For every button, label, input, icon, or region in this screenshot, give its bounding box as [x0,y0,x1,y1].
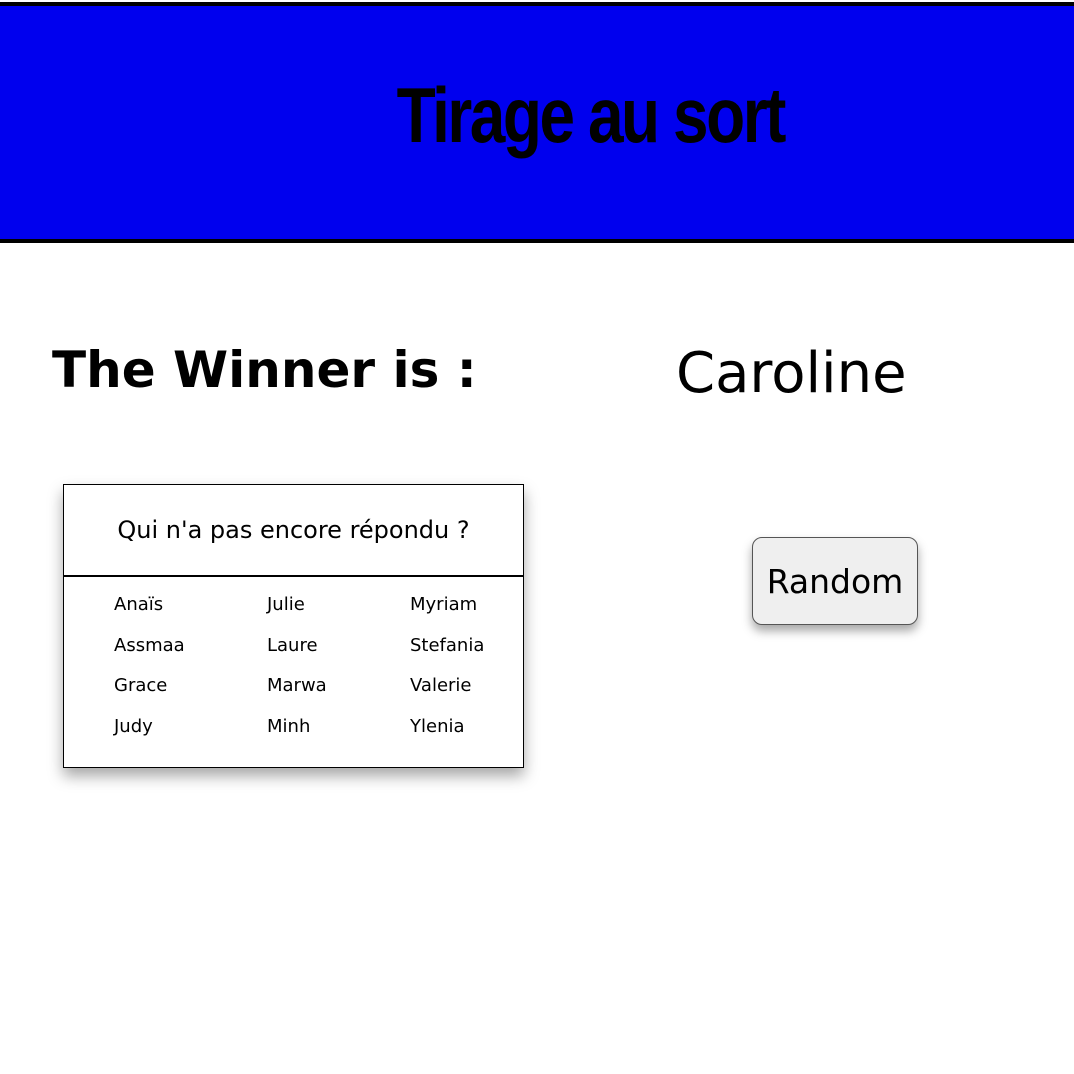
name-item: Valerie [410,675,472,696]
name-item: Laure [267,634,318,656]
header-banner: Tirage au sort [0,2,1074,243]
name-item: Grace [114,675,168,696]
name-item: Minh [267,715,311,737]
name-item: Stefania [410,634,485,656]
name-item: Ylenia [410,715,465,737]
pending-list-header: Qui n'a pas encore répondu ? [64,485,523,577]
name-item: Anaïs [114,594,164,615]
page-title: Tirage au sort [396,71,787,159]
name-item: Myriam [410,594,478,615]
name-item: Julie [267,594,305,615]
name-item: Marwa [267,675,327,696]
winner-name: Caroline [676,341,907,406]
random-button[interactable]: Random [752,537,918,625]
page: Tirage au sort The Winner is : Caroline … [0,0,1074,1074]
pending-names-grid: Anaïs Julie Myriam Assmaa Laure Stefania… [64,577,523,753]
name-item: Judy [114,715,153,737]
pending-list-card: Qui n'a pas encore répondu ? Anaïs Julie… [63,484,524,768]
winner-label: The Winner is : [52,341,477,399]
name-item: Assmaa [114,634,185,656]
pending-list-title: Qui n'a pas encore répondu ? [117,516,470,544]
